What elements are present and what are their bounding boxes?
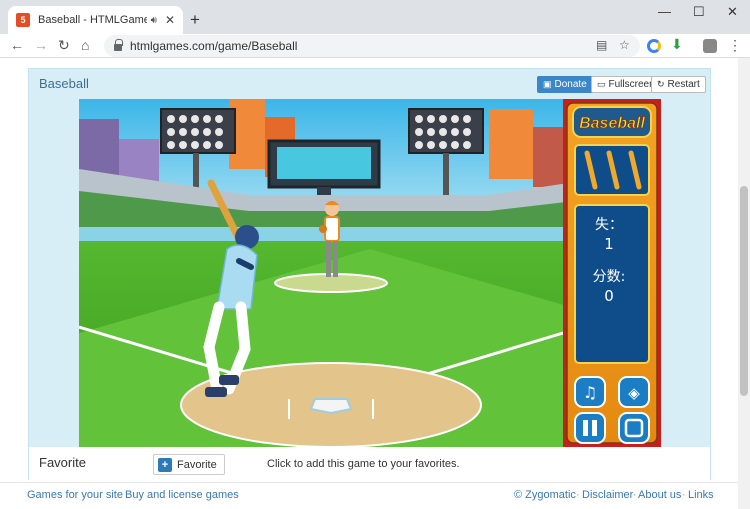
home-icon[interactable]: ⌂ bbox=[81, 37, 89, 53]
forward-icon[interactable]: → bbox=[34, 37, 48, 53]
game-card: Baseball ▣ Donate ▭ Fullscreen ↻ Restart bbox=[28, 68, 711, 481]
pause-button[interactable] bbox=[574, 412, 606, 444]
game-canvas[interactable]: Baseball 失： 1 分数: 0 ♫ ◈ bbox=[79, 99, 661, 447]
footer-link-links[interactable]: Links bbox=[688, 489, 714, 501]
favorite-label: Favorite bbox=[39, 455, 86, 470]
favorite-hint: Click to add this game to your favorites… bbox=[267, 458, 460, 470]
reload-icon[interactable]: ↻ bbox=[58, 37, 70, 54]
bookmark-star-icon[interactable]: ☆ bbox=[619, 38, 630, 52]
home-plate bbox=[309, 398, 353, 415]
fullscreen-game-button[interactable] bbox=[618, 412, 650, 444]
browser-tab-bar: 5 Baseball - HTMLGames.com 🔊︎ ✕ + — ☐ ✕ bbox=[0, 0, 750, 34]
outs-label: 失： bbox=[595, 217, 623, 233]
sound-button[interactable]: ◈ bbox=[618, 376, 650, 408]
url-text: htmlgames.com/game/Baseball bbox=[130, 39, 298, 53]
html5-favicon-icon: 5 bbox=[16, 13, 30, 27]
game-title: Baseball bbox=[39, 76, 89, 91]
extension-icon[interactable] bbox=[647, 39, 661, 53]
maximize-icon[interactable]: ☐ bbox=[693, 4, 705, 20]
outs-value: 1 bbox=[604, 235, 614, 253]
score-value: 0 bbox=[604, 287, 614, 305]
new-tab-icon[interactable]: + bbox=[190, 10, 200, 30]
footer: Games for your site · Buy and license ga… bbox=[0, 482, 738, 509]
footer-link-disclaimer[interactable]: Disclaimer bbox=[582, 489, 633, 501]
speaker-icon[interactable]: 🔊︎ bbox=[151, 15, 157, 26]
lock-icon bbox=[114, 39, 123, 51]
translate-icon[interactable]: ▤ bbox=[596, 38, 607, 52]
page-scrollbar[interactable] bbox=[738, 58, 750, 509]
pause-icon bbox=[583, 420, 588, 436]
favorite-row: Favorite + Favorite Click to add this ga… bbox=[29, 447, 710, 481]
bookmark-plus-icon: + bbox=[158, 457, 172, 472]
music-button[interactable]: ♫ bbox=[574, 376, 606, 408]
bats-remaining-box bbox=[574, 144, 650, 196]
logo-text: Baseball bbox=[579, 115, 645, 132]
footer-link-buy-license[interactable]: Buy and license games bbox=[125, 489, 239, 501]
money-icon: ▣ bbox=[543, 79, 552, 89]
address-bar[interactable]: htmlgames.com/game/Baseball ▤ ☆ bbox=[104, 35, 640, 57]
game-scene[interactable]: Baseball 失： 1 分数: 0 ♫ ◈ bbox=[79, 99, 661, 447]
close-tab-icon[interactable]: ✕ bbox=[165, 13, 175, 27]
status-box: 失： 1 分数: 0 bbox=[574, 204, 650, 364]
footer-link-zygomatic[interactable]: © Zygomatic bbox=[514, 489, 576, 501]
donate-button[interactable]: ▣ Donate bbox=[537, 76, 593, 93]
restart-button[interactable]: ↻ Restart bbox=[651, 76, 706, 93]
baseball-logo: Baseball bbox=[572, 106, 652, 138]
back-icon[interactable]: ← bbox=[10, 37, 24, 53]
restart-icon: ↻ bbox=[657, 79, 665, 89]
fullscreen-icon: ▭ bbox=[597, 79, 606, 89]
browser-tab[interactable]: 5 Baseball - HTMLGames.com 🔊︎ ✕ bbox=[8, 6, 183, 34]
music-icon: ♫ bbox=[583, 383, 597, 402]
score-label: 分数: bbox=[593, 269, 626, 285]
scroll-thumb[interactable] bbox=[740, 186, 748, 396]
profile-icon[interactable] bbox=[703, 39, 717, 53]
footer-link-games-for-site[interactable]: Games for your site bbox=[27, 489, 123, 501]
tab-title: Baseball - HTMLGames.com bbox=[38, 14, 147, 26]
minimize-icon[interactable]: — bbox=[658, 4, 671, 19]
footer-link-about[interactable]: About us bbox=[638, 489, 681, 501]
sound-icon: ◈ bbox=[628, 384, 640, 402]
menu-icon[interactable]: ⋮ bbox=[728, 37, 742, 54]
window-close-icon[interactable]: ✕ bbox=[727, 4, 738, 20]
download-icon[interactable]: ⬇ bbox=[671, 36, 683, 53]
page: Baseball ▣ Donate ▭ Fullscreen ↻ Restart bbox=[0, 58, 738, 509]
browser-toolbar: ← → ↻ ⌂ htmlgames.com/game/Baseball ▤ ☆ … bbox=[0, 34, 750, 58]
favorite-button[interactable]: + Favorite bbox=[153, 454, 225, 475]
